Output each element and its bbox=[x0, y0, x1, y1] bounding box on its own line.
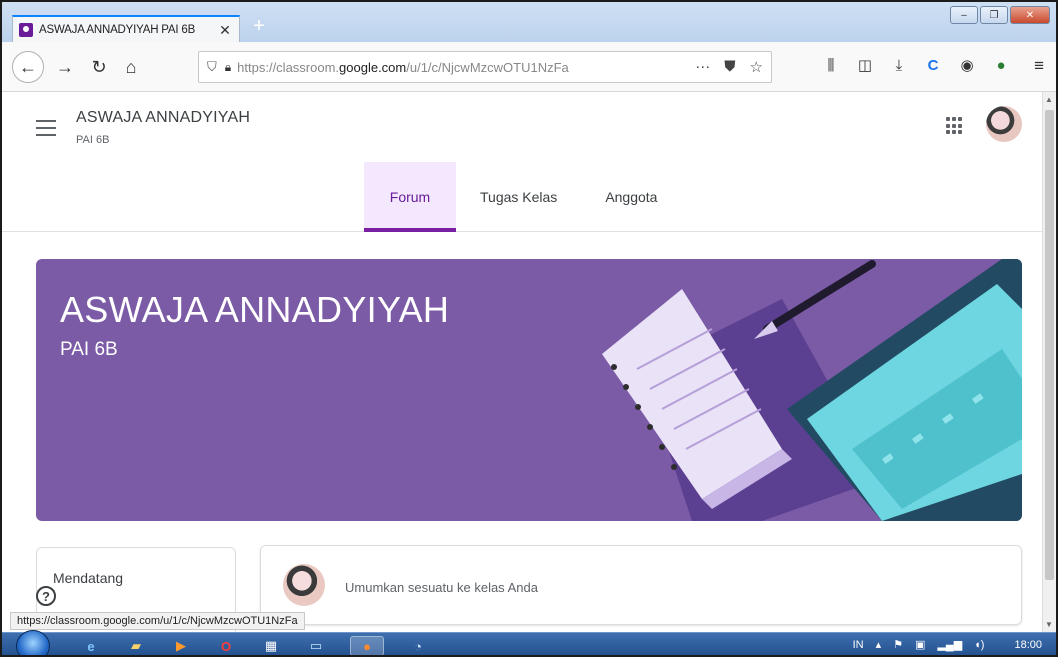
classroom-page: ASWAJA ANNADYIYAH PAI 6B Forum Tugas Kel… bbox=[2, 92, 1044, 632]
page-actions-icon[interactable]: ··· bbox=[695, 58, 710, 76]
class-banner: ASWAJA ANNADYIYAH PAI 6B bbox=[36, 259, 1022, 521]
header-class-name[interactable]: ASWAJA ANNADYIYAH bbox=[76, 109, 250, 127]
pocket-icon[interactable]: ⛊ bbox=[724, 58, 735, 76]
minimize-button[interactable]: – bbox=[950, 6, 978, 24]
forward-button[interactable]: → bbox=[52, 54, 78, 80]
reload-button[interactable]: ↻ bbox=[86, 54, 112, 80]
scroll-up-icon[interactable]: ▲ bbox=[1045, 95, 1053, 104]
back-button[interactable]: ← bbox=[12, 51, 44, 83]
lock-icon[interactable]: 🔒︎ bbox=[225, 60, 231, 75]
extension-c-icon[interactable]: C bbox=[924, 57, 942, 74]
media-player-icon[interactable]: ▶ bbox=[170, 636, 192, 655]
library-icon[interactable]: ⫼ bbox=[822, 57, 840, 74]
tab-anggota[interactable]: Anggota bbox=[581, 162, 681, 232]
clock[interactable]: 18:00 bbox=[1014, 639, 1042, 651]
classroom-tabs: Forum Tugas Kelas Anggota bbox=[364, 162, 681, 232]
banner-title: ASWAJA ANNADYIYAH bbox=[60, 289, 450, 330]
announcement-composer[interactable]: Umumkan sesuatu ke kelas Anda bbox=[260, 545, 1022, 625]
browser-tab[interactable]: ASWAJA ANNADYIYAH PAI 6B ✕ bbox=[12, 15, 240, 43]
scroll-down-icon[interactable]: ▼ bbox=[1045, 620, 1053, 629]
tab-forum[interactable]: Forum bbox=[364, 162, 456, 232]
calculator-icon[interactable]: ▦ bbox=[260, 636, 282, 655]
extension-globe-icon[interactable]: ● bbox=[992, 57, 1010, 74]
firefox-icon[interactable]: ● bbox=[350, 636, 384, 655]
display-icon[interactable]: ▣ bbox=[915, 638, 925, 651]
announce-placeholder[interactable]: Umumkan sesuatu ke kelas Anda bbox=[345, 580, 538, 595]
tab-title: ASWAJA ANNADYIYAH PAI 6B bbox=[39, 24, 196, 36]
network-signal-icon[interactable]: ▂▄▆ bbox=[937, 638, 962, 651]
address-bar[interactable]: ⛉ 🔒︎ https://classroom.google.com/u/1/c/… bbox=[198, 51, 772, 83]
action-center-icon[interactable]: ⚑ bbox=[893, 638, 903, 651]
extension-circle-icon[interactable]: ◉ bbox=[958, 56, 976, 74]
keyboard-icon[interactable]: ▭ bbox=[305, 636, 327, 655]
google-apps-icon[interactable] bbox=[946, 117, 964, 135]
account-avatar[interactable] bbox=[986, 106, 1022, 142]
internet-explorer-icon[interactable]: e bbox=[80, 636, 102, 655]
tab-strip: ASWAJA ANNADYIYAH PAI 6B ✕ + – ❐ ✕ bbox=[2, 2, 1056, 43]
help-icon[interactable]: ? bbox=[36, 586, 56, 606]
close-tab-icon[interactable]: ✕ bbox=[217, 22, 233, 39]
window-controls: – ❐ ✕ bbox=[950, 6, 1050, 24]
show-hidden-icons-icon[interactable]: ▴ bbox=[876, 638, 882, 651]
volume-icon[interactable]: ◖) bbox=[974, 639, 984, 651]
paint-icon[interactable]: ◔ bbox=[407, 636, 429, 655]
classroom-favicon-icon bbox=[19, 23, 33, 37]
notebook-laptop-illustration bbox=[602, 259, 1022, 521]
sidebar-icon[interactable]: ◫ bbox=[856, 56, 874, 74]
shield-icon[interactable]: ⛉ bbox=[207, 59, 217, 75]
new-tab-button[interactable]: + bbox=[248, 16, 270, 38]
user-avatar bbox=[283, 564, 325, 606]
maximize-button[interactable]: ❐ bbox=[980, 6, 1008, 24]
windows-taskbar: e ▰ ▶ O ▦ ▭ ● ◔ IN ▴ ⚑ ▣ ▂▄▆ ◖) 18:00 bbox=[2, 630, 1056, 655]
home-button[interactable]: ⌂ bbox=[118, 54, 144, 80]
download-icon[interactable]: ⤓ bbox=[890, 57, 908, 74]
opera-icon[interactable]: O bbox=[215, 636, 237, 655]
navigation-toolbar: ← → ↻ ⌂ ⛉ 🔒︎ https://classroom.google.co… bbox=[2, 42, 1056, 92]
hamburger-menu-icon[interactable] bbox=[36, 120, 56, 136]
banner-subtitle: PAI 6B bbox=[60, 339, 118, 360]
classroom-header: ASWAJA ANNADYIYAH PAI 6B Forum Tugas Kel… bbox=[2, 92, 1044, 232]
browser-window: ASWAJA ANNADYIYAH PAI 6B ✕ + – ❐ ✕ ← → ↻… bbox=[0, 0, 1058, 657]
url-text[interactable]: https://classroom.google.com/u/1/c/NjcwM… bbox=[237, 60, 695, 75]
start-button[interactable] bbox=[16, 630, 50, 655]
language-indicator[interactable]: IN bbox=[853, 639, 864, 651]
scroll-thumb[interactable] bbox=[1045, 110, 1054, 580]
file-explorer-icon[interactable]: ▰ bbox=[125, 636, 147, 655]
header-class-section: PAI 6B bbox=[76, 134, 110, 146]
bookmark-star-icon[interactable]: ☆ bbox=[750, 58, 763, 76]
upcoming-title: Mendatang bbox=[53, 570, 124, 586]
close-window-button[interactable]: ✕ bbox=[1010, 6, 1050, 24]
menu-icon[interactable]: ≡ bbox=[1034, 56, 1044, 76]
status-bar-url: https://classroom.google.com/u/1/c/NjcwM… bbox=[10, 612, 305, 630]
tab-tugas-kelas[interactable]: Tugas Kelas bbox=[456, 162, 581, 232]
system-tray: IN ▴ ⚑ ▣ ▂▄▆ ◖) 18:00 bbox=[853, 638, 1042, 652]
page-scrollbar[interactable]: ▲ ▼ bbox=[1042, 92, 1056, 632]
